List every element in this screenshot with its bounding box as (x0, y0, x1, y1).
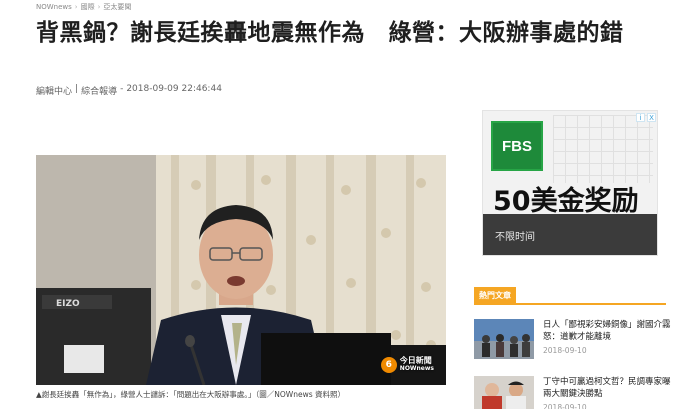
breadcrumb: NOWnews › 國際 › 亞太要聞 (36, 2, 131, 12)
hot-article-date: 2018-09-10 (543, 346, 587, 355)
ad-info-icon[interactable]: i (636, 113, 645, 122)
photo-caption: ▲謝長廷挨轟「無作為」，綠營人士譴訴：「問題出在大阪辦事處。」（圖／NOWnew… (36, 390, 345, 399)
ad-logo[interactable]: FBS (491, 121, 543, 171)
photo-watermark: 6 今日新聞 NOWnews (380, 356, 434, 373)
hot-article-item[interactable]: 丁守中可贏過柯文哲？民調專家曝兩大關鍵決勝點 2018-09-10 (474, 376, 674, 409)
ad-subtitle[interactable]: 不限时间 (495, 228, 535, 243)
hot-article-title[interactable]: 丁守中可贏過柯文哲？民調專家曝兩大關鍵決勝點 (543, 376, 673, 400)
article-photo: EIZO 6 今日新聞 NOWnews (36, 155, 446, 385)
byline-separator: | (75, 84, 79, 94)
breadcrumb-item-asia-pacific[interactable]: 亞太要聞 (103, 2, 131, 12)
chevron-right-icon: › (74, 3, 78, 11)
ad-title[interactable]: 50美金奖励 (493, 179, 639, 218)
ad-footer[interactable]: 不限时间 (483, 214, 657, 255)
monitor-brand: EIZO (56, 299, 80, 309)
hot-article-thumbnail[interactable] (474, 376, 534, 409)
byline-author[interactable]: 編輯中心 (36, 84, 72, 97)
breadcrumb-item-international[interactable]: 國際 (81, 2, 95, 12)
ad-grid-pattern (553, 115, 653, 183)
nownews-logo-icon: 6 (380, 357, 397, 373)
byline-source: 綜合報導 (81, 87, 118, 97)
ad-close-icon[interactable]: X (647, 113, 656, 122)
advertisement[interactable]: FBS i X 50美金奖励 不限时间 (482, 110, 658, 256)
hot-article-date: 2018-09-10 (543, 403, 587, 409)
watermark-top: 今日新聞 (399, 356, 432, 365)
hot-articles-header: 熱門文章 (474, 287, 666, 305)
article-headline: 背黑鍋？謝長廷挨轟地震無作為 綠營：大阪辦事處的錯 (36, 20, 624, 46)
chevron-right-icon: › (97, 3, 101, 11)
hot-articles-label: 熱門文章 (474, 287, 516, 305)
watermark-bottom: NOWnews (399, 365, 434, 372)
byline-datetime: 2018-09-09 22:46:44 (126, 84, 222, 94)
ad-choices: i X (636, 113, 656, 122)
hot-article-title[interactable]: 日人「鄙視彩安婦銅像」謝國介霧怒：道歉才能離境 (543, 319, 673, 343)
hot-article-thumbnail[interactable] (474, 319, 534, 359)
article-byline: 編輯中心 | 綜合報導 - 2018-09-09 22:46:44 (36, 84, 222, 97)
byline-dash: - (120, 84, 124, 94)
photo-illustration: EIZO (36, 155, 446, 385)
breadcrumb-item-home[interactable]: NOWnews (36, 3, 72, 11)
ad-image[interactable]: FBS i X 50美金奖励 (483, 111, 657, 217)
hot-article-item[interactable]: 日人「鄙視彩安婦銅像」謝國介霧怒：道歉才能離境 2018-09-10 (474, 319, 674, 363)
